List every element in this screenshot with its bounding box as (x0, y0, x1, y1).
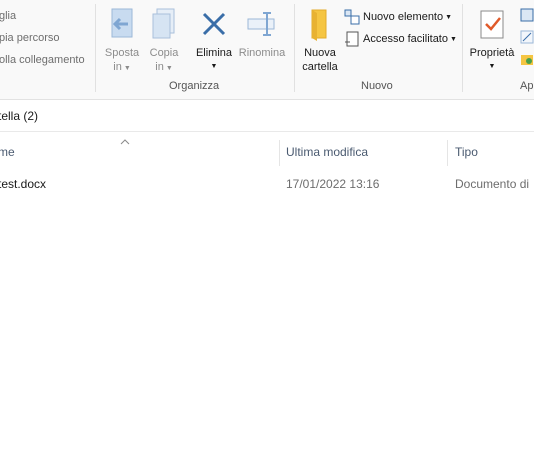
clipboard-item-paste[interactable]: glia (0, 10, 16, 22)
easy-access-icon (344, 31, 360, 47)
chevron-down-icon: ▼ (210, 63, 218, 70)
delete-button[interactable]: Elimina ▼ (193, 4, 235, 74)
column-header-row: me Ultima modifica Tipo (0, 132, 534, 172)
clipboard-item-copy-path[interactable]: pia percorso (0, 32, 60, 44)
new-group-label: Nuovo (361, 80, 393, 92)
delete-x-icon (196, 4, 232, 44)
column-name[interactable]: me (0, 145, 15, 159)
current-folder-path: tella (2) (0, 109, 39, 123)
address-bar[interactable]: tella (2) (0, 100, 534, 132)
file-modified: 17/01/2022 13:16 (286, 177, 380, 191)
new-item-icon (344, 9, 360, 25)
open-icon[interactable] (520, 8, 534, 25)
column-modified[interactable]: Ultima modifica (286, 145, 368, 159)
properties-check-icon (474, 4, 510, 44)
sort-up-icon (120, 134, 130, 148)
properties-button[interactable]: Proprietà ▼ (467, 4, 517, 74)
rename-icon (244, 4, 280, 44)
chevron-down-icon: ▼ (449, 35, 457, 43)
new-folder-button[interactable]: Nuova cartella (299, 4, 341, 74)
move-to-icon (104, 4, 140, 44)
folder-icon (302, 4, 338, 44)
column-divider[interactable] (447, 140, 448, 166)
file-type: Documento di (455, 177, 530, 191)
ribbon: glia pia percorso olla collegamento Spos… (0, 0, 534, 100)
file-name: test.docx (0, 177, 47, 191)
chevron-down-icon: ▼ (488, 63, 496, 70)
clipboard-item-paste-shortcut[interactable]: olla collegamento (0, 54, 85, 66)
ribbon-separator (462, 4, 463, 92)
chevron-down-icon: ▼ (165, 65, 173, 72)
chevron-down-icon: ▼ (445, 13, 453, 21)
move-to-button[interactable]: Sposta in ▼ (102, 4, 142, 76)
copy-to-button[interactable]: Copia in ▼ (145, 4, 183, 76)
ribbon-separator (95, 4, 96, 92)
edit-icon[interactable] (520, 30, 534, 47)
chevron-down-icon: ▼ (123, 65, 131, 72)
table-row[interactable]: test.docx 17/01/2022 13:16 Documento di (0, 172, 534, 196)
new-item-button[interactable]: Nuovo elemento ▼ (344, 9, 452, 25)
open-group-label: Ap (520, 80, 534, 92)
ribbon-separator (294, 4, 295, 92)
rename-button[interactable]: Rinomina (237, 4, 287, 60)
history-icon[interactable] (520, 52, 534, 69)
column-divider[interactable] (279, 140, 280, 166)
organize-group-label: Organizza (169, 80, 220, 92)
column-type[interactable]: Tipo (455, 145, 478, 159)
copy-to-icon (146, 4, 182, 44)
easy-access-button[interactable]: Accesso facilitato ▼ (344, 31, 457, 47)
